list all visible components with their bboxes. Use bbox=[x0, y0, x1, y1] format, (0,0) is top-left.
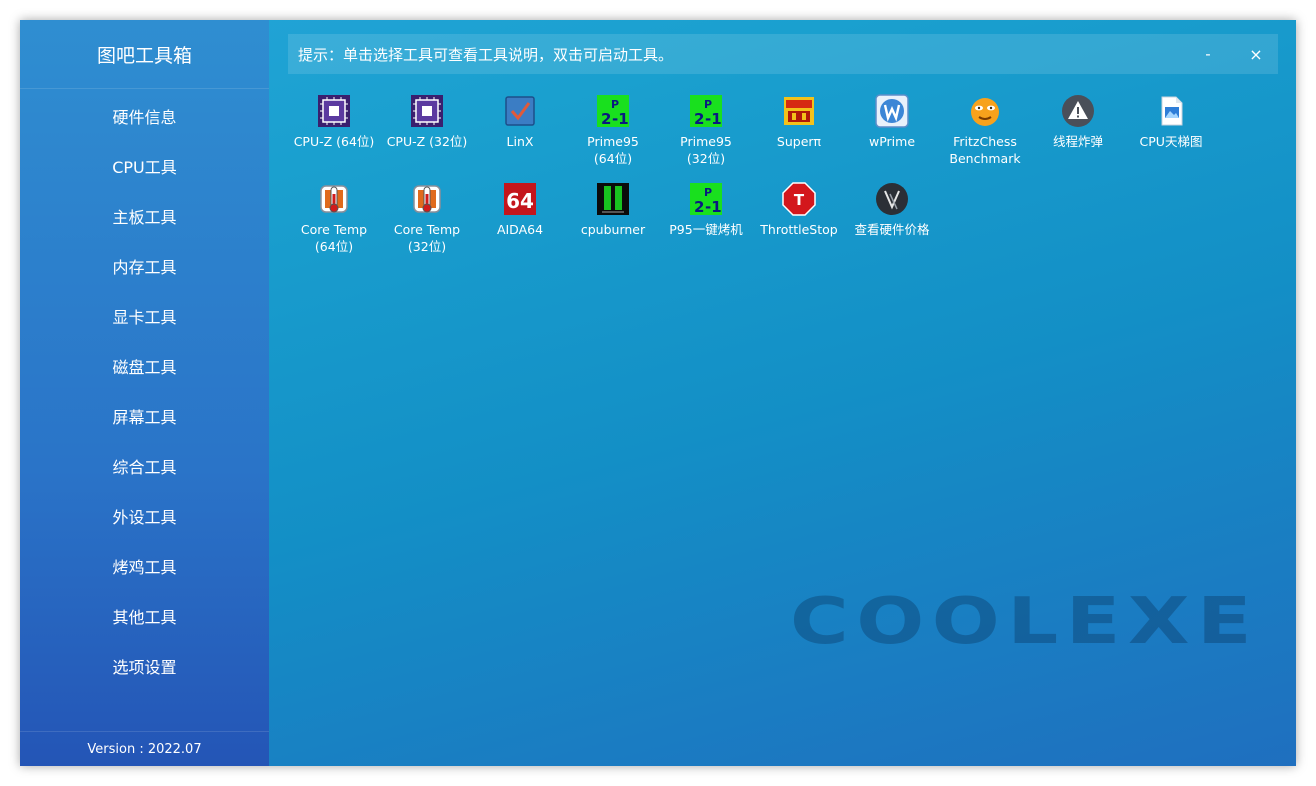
cpuburner-icon bbox=[596, 182, 630, 216]
svg-text:-1: -1 bbox=[612, 110, 629, 128]
sidebar-item-other-tools[interactable]: 其他工具 bbox=[20, 591, 269, 641]
tool-label: 线程炸弹 bbox=[1052, 134, 1103, 149]
svg-text:-1: -1 bbox=[705, 110, 722, 128]
warning-icon bbox=[1061, 94, 1095, 128]
tool-linx[interactable]: LinX bbox=[474, 94, 566, 150]
tool-coretemp-64[interactable]: Core Temp (64位) bbox=[288, 182, 380, 255]
image-file-icon bbox=[1154, 94, 1188, 128]
svg-text:-1: -1 bbox=[705, 198, 722, 216]
tool-throttlestop[interactable]: T ThrottleStop bbox=[753, 182, 845, 238]
sidebar: 图吧工具箱 硬件信息 CPU工具 主板工具 内存工具 显卡工具 磁盘工具 屏幕工… bbox=[20, 20, 269, 766]
tool-label: Superπ bbox=[776, 134, 822, 149]
tool-p95-one-click[interactable]: 2 P -1 P95一键烤机 bbox=[660, 182, 752, 238]
tool-label: AIDA64 bbox=[496, 222, 544, 237]
cpuz-icon bbox=[317, 94, 351, 128]
sidebar-item-motherboard-tools[interactable]: 主板工具 bbox=[20, 191, 269, 241]
tool-fritzchess[interactable]: FritzChess Benchmark bbox=[939, 94, 1031, 167]
sidebar-item-gpu-tools[interactable]: 显卡工具 bbox=[20, 291, 269, 341]
svg-text:2: 2 bbox=[694, 198, 704, 216]
prime95-icon: 2 P -1 bbox=[689, 94, 723, 128]
cpuz-icon bbox=[410, 94, 444, 128]
sidebar-item-settings[interactable]: 选项设置 bbox=[20, 641, 269, 691]
sidebar-item-hardware-info[interactable]: 硬件信息 bbox=[20, 91, 269, 141]
hint-bar: 提示：单击选择工具可查看工具说明，双击可启动工具。 - × bbox=[288, 34, 1278, 74]
aida64-icon-text: 64 bbox=[506, 189, 534, 213]
app-window: 图吧工具箱 硬件信息 CPU工具 主板工具 内存工具 显卡工具 磁盘工具 屏幕工… bbox=[20, 20, 1296, 766]
tool-superpi[interactable]: Superπ bbox=[753, 94, 845, 150]
superpi-icon bbox=[782, 94, 816, 128]
svg-text:2: 2 bbox=[601, 110, 611, 128]
linx-icon bbox=[503, 94, 537, 128]
sidebar-item-screen-tools[interactable]: 屏幕工具 bbox=[20, 391, 269, 441]
prime95-icon: 2 P -1 bbox=[689, 182, 723, 216]
tool-label: LinX bbox=[506, 134, 534, 149]
tool-label: CPU天梯图 bbox=[1139, 134, 1203, 149]
tool-label: 查看硬件价格 bbox=[854, 222, 930, 237]
minimize-button[interactable]: - bbox=[1188, 34, 1228, 74]
tool-coretemp-32[interactable]: Core Temp (32位) bbox=[381, 182, 473, 255]
version-label: Version : 2022.07 bbox=[20, 731, 269, 766]
tool-label: Prime95 (64位) bbox=[587, 134, 639, 166]
tool-label: CPU-Z (32位) bbox=[386, 134, 468, 149]
tool-cpuz-64[interactable]: CPU-Z (64位) bbox=[288, 94, 380, 150]
tool-label: cpuburner bbox=[580, 222, 646, 237]
sidebar-nav: 硬件信息 CPU工具 主板工具 内存工具 显卡工具 磁盘工具 屏幕工具 综合工具… bbox=[20, 91, 269, 691]
tool-label: wPrime bbox=[868, 134, 916, 149]
tool-prime95-32[interactable]: 2 P -1 Prime95 (32位) bbox=[660, 94, 752, 167]
tool-label: Prime95 (32位) bbox=[680, 134, 732, 166]
tool-cpuz-32[interactable]: CPU-Z (32位) bbox=[381, 94, 473, 150]
tool-hardware-price[interactable]: 查看硬件价格 bbox=[846, 182, 938, 238]
close-button[interactable]: × bbox=[1236, 34, 1276, 74]
price-icon bbox=[875, 182, 909, 216]
tool-aida64[interactable]: 64 AIDA64 bbox=[474, 182, 566, 238]
coretemp-icon bbox=[317, 182, 351, 216]
tool-prime95-64[interactable]: 2 P -1 Prime95 (64位) bbox=[567, 94, 659, 167]
tool-label: Core Temp (64位) bbox=[300, 222, 368, 254]
sidebar-item-disk-tools[interactable]: 磁盘工具 bbox=[20, 341, 269, 391]
app-title: 图吧工具箱 bbox=[20, 20, 269, 89]
svg-text:2: 2 bbox=[694, 110, 704, 128]
hint-text: 提示：单击选择工具可查看工具说明，双击可启动工具。 bbox=[298, 45, 674, 64]
tool-thread-bomb[interactable]: 线程炸弹 bbox=[1032, 94, 1124, 150]
coretemp-icon bbox=[410, 182, 444, 216]
coolexe-watermark: COOLEXE bbox=[790, 585, 1260, 659]
tool-label: FritzChess Benchmark bbox=[949, 134, 1021, 166]
fritzchess-icon bbox=[968, 94, 1002, 128]
tool-label: Core Temp (32位) bbox=[393, 222, 461, 254]
throttlestop-icon-text: T bbox=[794, 191, 805, 209]
throttlestop-icon: T bbox=[782, 182, 816, 216]
tool-label: ThrottleStop bbox=[760, 222, 838, 237]
sidebar-item-peripheral-tools[interactable]: 外设工具 bbox=[20, 491, 269, 541]
aida64-icon: 64 bbox=[503, 182, 537, 216]
tool-cpu-ladder[interactable]: CPU天梯图 bbox=[1125, 94, 1217, 150]
tool-cpuburner[interactable]: cpuburner bbox=[567, 182, 659, 238]
tool-wprime[interactable]: wPrime bbox=[846, 94, 938, 150]
prime95-icon: 2 P -1 bbox=[596, 94, 630, 128]
wprime-icon bbox=[875, 94, 909, 128]
sidebar-item-memory-tools[interactable]: 内存工具 bbox=[20, 241, 269, 291]
tool-label: CPU-Z (64位) bbox=[293, 134, 375, 149]
tool-label: P95一键烤机 bbox=[669, 222, 743, 237]
sidebar-item-cpu-tools[interactable]: CPU工具 bbox=[20, 141, 269, 191]
sidebar-item-stress-tools[interactable]: 烤鸡工具 bbox=[20, 541, 269, 591]
sidebar-item-general-tools[interactable]: 综合工具 bbox=[20, 441, 269, 491]
